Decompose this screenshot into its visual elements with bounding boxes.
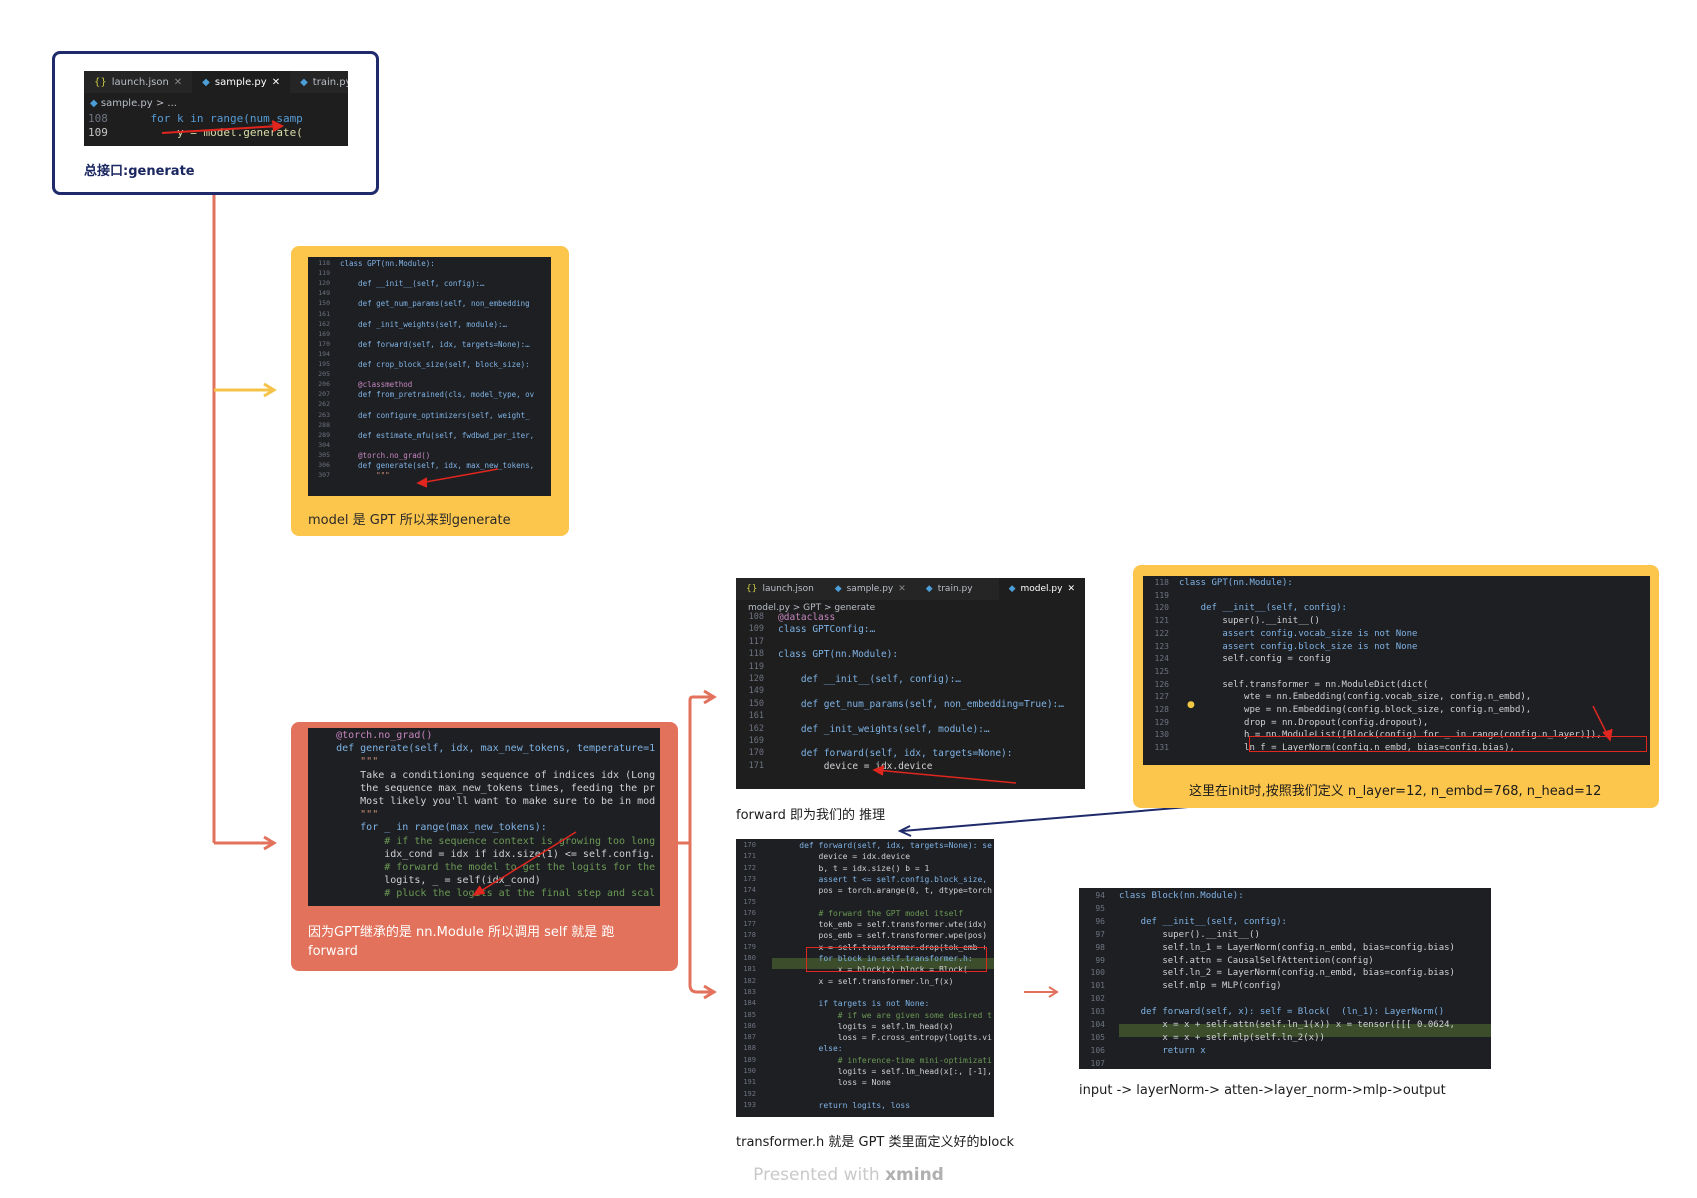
line-number: 186 [743,1021,756,1030]
annotation-arrow [416,468,499,488]
block-def-code-screenshot[interactable]: class Block(nn.Module): def __init__(sel… [1079,888,1491,1069]
code-line: # if we are given some desired t [780,1010,992,1020]
code-line: pos_emb = self.transformer.wpe(pos) [780,931,988,941]
line-number: 170 [743,841,756,849]
annotation-arrow [161,120,285,134]
line-number: 171 [743,852,756,861]
presented-with-watermark: Presented with xmind [0,1165,1697,1185]
line-number: 107 [1090,1058,1105,1068]
line-number: 172 [743,863,756,872]
code-line: return logits, loss [780,1100,911,1110]
annotation-arrow [872,765,1017,784]
line-number: 101 [1090,981,1105,991]
node-caption: forward 即为我们的 推理 [736,808,886,823]
node-caption: model 是 GPT 所以来到generate [308,513,511,528]
gpt-class-topic-card[interactable]: class GPT(nn.Module): def __init__(self,… [291,246,569,536]
forward-def-code-screenshot[interactable]: def forward(self, idx, targets=None): se… [736,839,994,1117]
line-number: 106 [1090,1045,1105,1055]
node-caption: 总接口:generate [84,164,195,179]
line-number: 193 [743,1100,756,1109]
gpt-class-code-screenshot: class GPT(nn.Module): def __init__(self,… [308,257,551,496]
code-line: # inference-time mini-optimizati [780,1055,992,1065]
code-line: x = x + self.attn(self.ln_1(x)) x = tens… [1119,1020,1455,1030]
code-line: return x [1119,1045,1206,1056]
init-def-topic-card[interactable]: class GPT(nn.Module): def __init__(self,… [1133,565,1659,808]
line-number: 185 [743,1010,756,1019]
connector-generate-to-branches [678,695,712,994]
line-number: 180 [743,954,756,962]
line-number: 188 [743,1044,756,1053]
line-number: 105 [1090,1032,1105,1042]
node-caption: input -> layerNorm-> atten->layer_norm->… [1079,1083,1446,1098]
forward-call-code-screenshot[interactable]: {} launch.json ◆ sample.py ✕ ◆ train.py ◆ mod… [736,578,1085,789]
line-number: 192 [743,1089,756,1098]
code-line: pos = torch.arange(0, t, dtype=torch [780,886,992,896]
code-line: def forward(self, x): self = Block( (ln_… [1119,1007,1445,1018]
code-line: def forward(self, idx, targets=None): se [780,841,992,850]
line-number: 94 [1095,891,1105,900]
code-line: # forward the GPT model itself [780,908,964,918]
watermark-prefix: Presented with [753,1165,880,1185]
generate-fn-topic-card[interactable]: @torch.no_grad() def generate(self, idx,… [291,722,678,971]
annotation-arrow [472,831,577,897]
line-number: 191 [743,1078,756,1087]
code-line: logits = self.lm_head(x) [780,1021,954,1031]
code-line: else: [780,1044,843,1054]
code-line: loss = None [780,1078,891,1088]
node-caption: 因为GPT继承的是 nn.Module 所以调用 self 就是 跑 forwa… [308,925,615,959]
line-number: 99 [1095,955,1105,965]
line-number: 95 [1095,903,1105,913]
line-number: 179 [743,942,756,951]
code-line: self.ln_2 = LayerNorm(config.n_embd, bia… [1119,968,1455,979]
line-number: 97 [1095,929,1105,939]
line-number: 181 [743,965,756,974]
code-line: loss = F.cross_entropy(logits.vi [780,1033,992,1043]
code-line: x = self.transformer.ln_f(x) [780,976,954,986]
line-number: 182 [743,976,756,985]
node-caption: transformer.h 就是 GPT 类里面定义好的block [736,1135,1014,1150]
highlight-box [806,947,987,972]
line-number: 178 [743,931,756,940]
code-line: x = x + self.mlp(self.ln_2(x)) [1119,1032,1325,1043]
line-number: 96 [1095,916,1105,926]
code-line: self.mlp = MLP(config) [1119,981,1282,992]
line-number: 100 [1090,968,1105,978]
line-number: 173 [743,874,756,883]
line-number: 184 [743,999,756,1008]
code-line: logits = self.lm_head(x[:, [-1], [780,1067,992,1076]
line-number: 175 [743,897,756,906]
code-line: b, t = idx.size() b = 1 [780,863,930,873]
line-number: 103 [1090,1007,1105,1017]
line-number: 187 [743,1033,756,1042]
code-line: self.attn = CausalSelfAttention(config) [1119,955,1374,966]
line-number: 177 [743,920,756,929]
code-line: self.ln_1 = LayerNorm(config.n_embd, bia… [1119,942,1455,953]
line-number: 174 [743,886,756,895]
line-number: 104 [1090,1020,1105,1029]
line-number: 189 [743,1055,756,1064]
generate-fn-code-screenshot: @torch.no_grad() def generate(self, idx,… [308,728,660,906]
line-number: 183 [743,987,756,996]
line-number: 102 [1090,994,1105,1004]
xmind-logo-text: xmind [885,1165,944,1185]
node-caption: 这里在init时,按照我们定义 n_layer=12, n_embd=768, … [1189,784,1602,799]
annotation-arrow [1592,705,1613,742]
code-line: if targets is not None: [780,999,930,1009]
code-line: super().__init__() [1119,929,1260,940]
line-number: 176 [743,908,756,917]
code-line: def __init__(self, config): [1119,916,1287,927]
connector-init-to-forward [901,806,1189,832]
code-line: tok_emb = self.transformer.wte(idx) [780,920,988,930]
code-line: assert t <= self.config.block_size, [780,874,988,884]
root-topic-card[interactable]: {} launch.json ✕ ◆ sample.py ✕ ◆ train.py ◆ s… [52,51,379,195]
line-number: 190 [743,1067,756,1075]
code-line: class Block(nn.Module): [1119,891,1244,901]
line-number: 98 [1095,942,1105,952]
root-code-screenshot: {} launch.json ✕ ◆ sample.py ✕ ◆ train.py ◆ s… [84,71,348,146]
init-def-code-screenshot: class GPT(nn.Module): def __init__(self,… [1143,576,1650,765]
code-line: device = idx.device [780,852,911,862]
